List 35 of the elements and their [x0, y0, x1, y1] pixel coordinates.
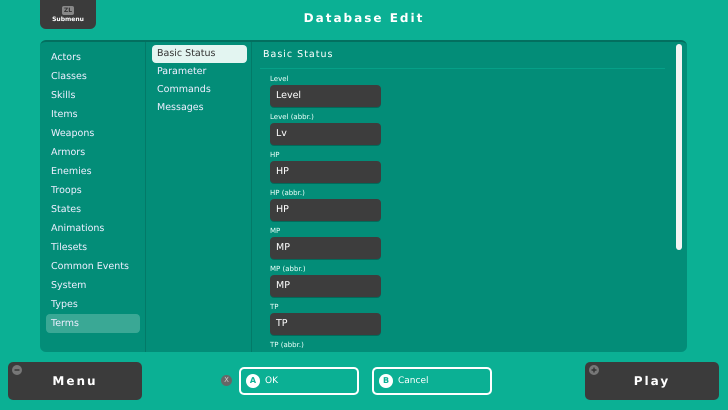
menu-button[interactable]: Menu: [8, 362, 142, 400]
category-item[interactable]: States: [46, 200, 140, 219]
input-field[interactable]: Level: [270, 85, 381, 107]
category-item[interactable]: Tilesets: [46, 238, 140, 257]
input-field[interactable]: MP: [270, 237, 381, 259]
subcategory-item[interactable]: Basic Status: [152, 45, 247, 63]
section-heading: Basic Status: [260, 42, 665, 69]
subcategory-item[interactable]: Parameter: [152, 63, 247, 81]
input-field[interactable]: TP: [270, 313, 381, 335]
category-item[interactable]: Types: [46, 295, 140, 314]
ok-button[interactable]: A OK: [239, 367, 359, 395]
category-item[interactable]: Terms: [46, 314, 140, 333]
scrollbar[interactable]: [676, 44, 682, 250]
input-field[interactable]: HP: [270, 161, 381, 183]
cancel-button[interactable]: B Cancel: [372, 367, 492, 395]
input-field[interactable]: HP: [270, 199, 381, 221]
minus-icon: [12, 365, 22, 375]
play-button[interactable]: Play: [585, 362, 719, 400]
category-item[interactable]: Items: [46, 105, 140, 124]
input-field[interactable]: Lv: [270, 123, 381, 145]
category-item[interactable]: Classes: [46, 67, 140, 86]
plus-icon: [589, 365, 599, 375]
category-item[interactable]: System: [46, 276, 140, 295]
category-item[interactable]: Weapons: [46, 124, 140, 143]
category-item[interactable]: Animations: [46, 219, 140, 238]
category-item[interactable]: Enemies: [46, 162, 140, 181]
category-item[interactable]: Armors: [46, 143, 140, 162]
category-item[interactable]: Skills: [46, 86, 140, 105]
category-item[interactable]: Troops: [46, 181, 140, 200]
input-field[interactable]: MP: [270, 275, 381, 297]
subcategory-item[interactable]: Commands: [152, 81, 247, 99]
window-title: Database Edit: [304, 11, 424, 27]
subcategory-item[interactable]: Messages: [152, 99, 247, 117]
category-item[interactable]: Common Events: [46, 257, 140, 276]
category-item[interactable]: Actors: [46, 48, 140, 67]
